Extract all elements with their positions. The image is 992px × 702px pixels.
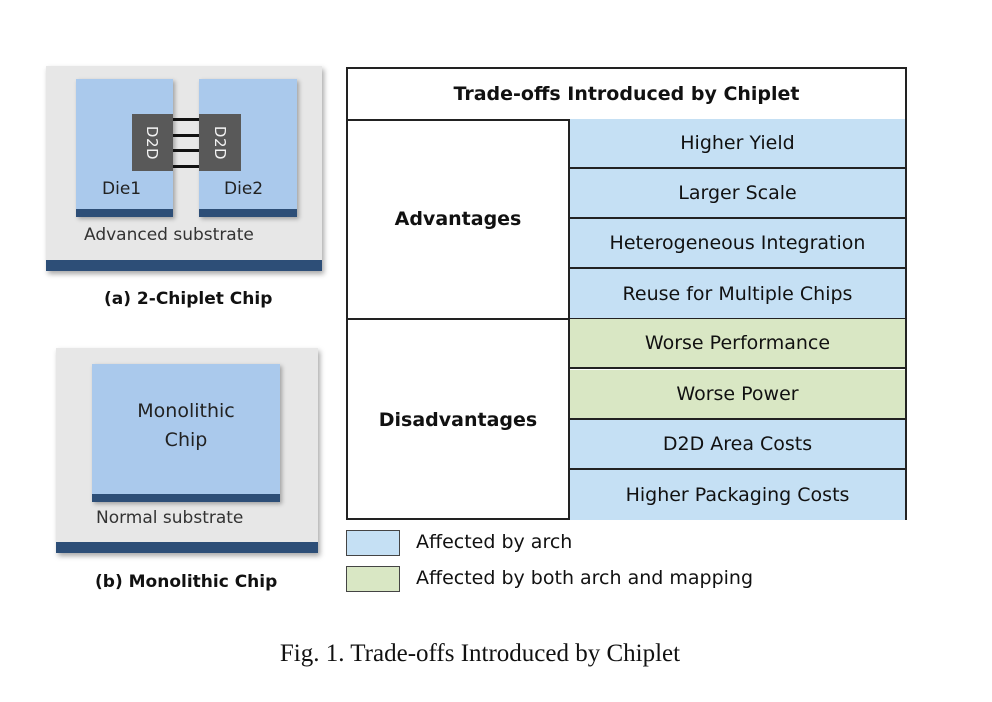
monolithic-chip-label-line1: Monolithic [137, 400, 235, 422]
tradeoffs-table: Trade-offs Introduced by Chiplet Higher … [346, 67, 907, 520]
monolithic-chip-label-line2: Chip [164, 429, 208, 451]
legend-label-both: Affected by both arch and mapping [416, 567, 754, 589]
d2d-block-die1: D2D [132, 114, 173, 171]
table-cell: Worse Power [570, 369, 905, 420]
d2d-block-die2: D2D [199, 114, 241, 171]
group-label-advantages: Advantages [348, 119, 570, 320]
substrate-edge [56, 542, 318, 553]
legend-label-arch: Affected by arch [416, 531, 573, 553]
d2d-label-right: D2D [211, 125, 229, 160]
table-cell: Larger Scale [570, 169, 905, 220]
table-cell: Worse Performance [570, 319, 905, 370]
table-cell: Heterogeneous Integration [570, 219, 905, 270]
substrate-edge [46, 260, 322, 271]
interconnect-wire [173, 118, 199, 121]
interconnect-wire [173, 164, 199, 168]
legend-swatch-arch [346, 530, 400, 556]
advanced-substrate-label: Advanced substrate [84, 225, 254, 245]
table-cell: Higher Packaging Costs [570, 469, 905, 520]
die2-edge [199, 209, 297, 217]
die1-edge [76, 209, 173, 217]
monolithic-chip-edge [92, 494, 280, 502]
table-cell: Reuse for Multiple Chips [570, 269, 905, 320]
die2-label: Die2 [224, 179, 264, 199]
legend-swatch-both [346, 566, 400, 592]
figure-caption: Fig. 1. Trade-offs Introduced by Chiplet [279, 640, 681, 667]
table-cell: Higher Yield [570, 119, 905, 170]
group-label-disadvantages: Disadvantages [348, 319, 570, 520]
normal-substrate-label: Normal substrate [96, 508, 244, 528]
die1-label: Die1 [102, 179, 142, 199]
d2d-label-left: D2D [143, 125, 162, 160]
table-title: Trade-offs Introduced by Chiplet [348, 69, 905, 121]
interconnect-wire [173, 149, 199, 152]
subfigure-b-label: (b) Monolithic Chip [95, 572, 278, 592]
subfigure-a-label: (a) 2-Chiplet Chip [104, 289, 273, 309]
interconnect-wire [173, 133, 199, 137]
table-cell: D2D Area Costs [570, 419, 905, 470]
